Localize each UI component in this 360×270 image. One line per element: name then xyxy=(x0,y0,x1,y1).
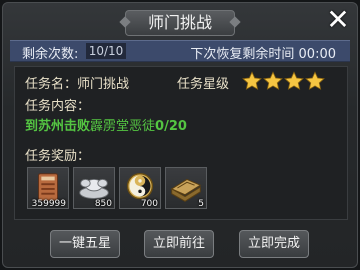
task-name: 任务名：师门挑战 xyxy=(25,77,130,92)
task-reward-label: 任务奖励： xyxy=(25,149,91,164)
star-rating xyxy=(242,71,326,91)
reward-slot[interactable]: 5 xyxy=(165,167,207,209)
reward-quantity: 359999 xyxy=(31,199,66,209)
task-objective: 到苏州击败霹雳堂恶徒0/20 xyxy=(25,115,187,134)
recovery-timer: 下次恢复剩余时间 00:00 xyxy=(190,47,336,62)
task-panel: 任务名：师门挑战 任务星级 任务内容： 到苏州击败霹雳堂恶徒0/20 任务奖励：… xyxy=(14,66,348,220)
reward-quantity: 5 xyxy=(198,199,204,209)
info-bar: 剩余次数: 10/10 下次恢复剩余时间 00:00 xyxy=(10,40,350,62)
close-icon[interactable]: ✕ xyxy=(324,6,352,34)
reward-quantity: 850 xyxy=(94,199,112,209)
remaining-count: 10/10 xyxy=(86,43,126,59)
star-icon xyxy=(242,71,262,90)
reward-slot[interactable]: 700 xyxy=(119,167,161,209)
remaining-label: 剩余次数: xyxy=(22,47,79,62)
reward-slot[interactable]: 850 xyxy=(73,167,115,209)
objective-prefix: 到苏州击败 xyxy=(25,119,91,134)
reward-quantity: 700 xyxy=(140,199,158,209)
objective-target: 霹雳堂恶徒 xyxy=(90,119,156,134)
reward-slot[interactable]: 359999 xyxy=(27,167,69,209)
one-click-five-star-button[interactable]: 一键五星 xyxy=(50,230,120,258)
dialog-title: 师门挑战 xyxy=(125,10,235,36)
go-now-button[interactable]: 立即前往 xyxy=(144,230,214,258)
complete-now-button[interactable]: 立即完成 xyxy=(239,230,309,258)
task-content-label: 任务内容： xyxy=(25,99,91,114)
objective-progress: 0/20 xyxy=(155,119,187,134)
star-label: 任务星级 xyxy=(177,77,230,92)
star-icon xyxy=(263,71,283,90)
star-icon xyxy=(284,71,304,90)
star-icon xyxy=(305,71,325,90)
